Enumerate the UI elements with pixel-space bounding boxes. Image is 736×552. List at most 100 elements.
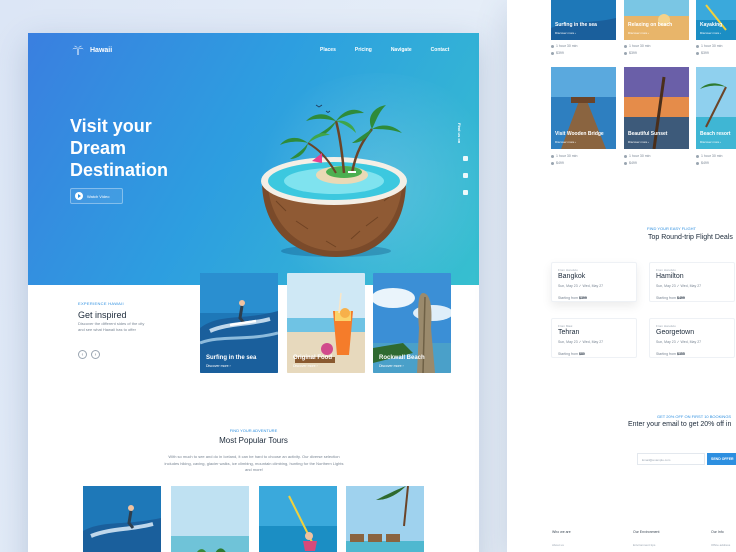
right-tour-card[interactable]: Beautiful Sunset Discover more › bbox=[624, 67, 689, 149]
signup-title: Enter your email to get 20% off in bbox=[628, 421, 732, 428]
card-discover-link[interactable]: Discover more › bbox=[628, 140, 649, 144]
tour-card-beach[interactable] bbox=[171, 486, 249, 552]
flight-origin: From Honolulu bbox=[656, 324, 676, 328]
hero-title-line: Dream bbox=[70, 138, 127, 158]
experience-card-surfing[interactable]: Surfing in the sea Discover more › bbox=[200, 273, 278, 373]
main-nav: Places Pricing Navigate Contact bbox=[320, 47, 449, 53]
experience-card-food[interactable]: Original Food Discover more › bbox=[287, 273, 365, 373]
flight-price: Starting from $399 bbox=[558, 296, 587, 300]
flight-deal-card[interactable]: From Honolulu Hamilton Sun, May 23 ✓ Wed… bbox=[649, 262, 735, 302]
tour-duration: 1 hour 30 min bbox=[551, 154, 577, 158]
secondary-page: Surfing in the sea Discover more › Relax… bbox=[507, 0, 736, 552]
hero-title: Visit your Dream Destination bbox=[70, 115, 210, 181]
card-discover-link[interactable]: Discover more › bbox=[293, 364, 318, 368]
tour-card-resort[interactable] bbox=[346, 486, 424, 552]
watch-video-button[interactable]: Watch Video bbox=[70, 188, 123, 204]
right-tour-card[interactable]: Relaxing on beach Discover more › bbox=[624, 0, 689, 40]
flight-origin: From Maui bbox=[558, 324, 573, 328]
signup-kicker: GET 20% OFF ON FIRST 10 BOOKINGS bbox=[657, 414, 732, 419]
card-title: Rockwall Beach bbox=[379, 355, 425, 361]
tour-card-surfing[interactable] bbox=[83, 486, 161, 552]
tour-duration: 1 hour 30 min bbox=[696, 154, 722, 158]
tour-price: $399 bbox=[624, 51, 637, 55]
flight-destination: Georgetown bbox=[656, 329, 695, 336]
flight-dates: Sun, May 23 ✓ Wed, May 27 bbox=[558, 284, 604, 288]
flight-deal-card[interactable]: From Honolulu Bangkok Sun, May 23 ✓ Wed,… bbox=[551, 262, 637, 302]
flight-price: Starting from $80 bbox=[558, 352, 585, 356]
coconut-island-illustration bbox=[261, 104, 407, 257]
flight-destination: Tehran bbox=[558, 329, 580, 336]
twitter-icon[interactable] bbox=[463, 173, 468, 178]
palm-logo-icon bbox=[72, 45, 84, 55]
tour-price: $399 bbox=[696, 51, 709, 55]
landing-page: Hawaii Places Pricing Navigate Contact V… bbox=[28, 33, 479, 552]
hero-title-line: Destination bbox=[70, 160, 169, 180]
inspired-title: Get inspired bbox=[78, 310, 127, 320]
send-offer-button[interactable]: SEND OFFER bbox=[707, 453, 736, 465]
card-title: Kayaking bbox=[700, 22, 723, 28]
arrow-left-icon[interactable]: ‹ bbox=[78, 350, 87, 359]
flight-price: Starting from $355 bbox=[656, 352, 685, 356]
card-title: Surfing in the sea bbox=[555, 22, 597, 28]
tour-duration: 1 hour 30 min bbox=[551, 44, 577, 48]
email-field[interactable]: Email@example.com bbox=[637, 453, 705, 465]
footer-heading: Who we are bbox=[552, 530, 571, 534]
resort-photo bbox=[346, 486, 424, 552]
card-title: Beautiful Sunset bbox=[628, 131, 668, 137]
footer-heading: Our Info bbox=[711, 530, 724, 534]
facebook-icon[interactable] bbox=[463, 156, 468, 161]
kayak-photo bbox=[259, 486, 337, 552]
experience-card-rockwall[interactable]: Rockwall Beach Discover more › bbox=[373, 273, 451, 373]
tour-duration: 1 hour 30 min bbox=[624, 154, 650, 158]
card-discover-link[interactable]: Discover more › bbox=[700, 140, 721, 144]
footer-link[interactable]: Environment tips bbox=[633, 543, 655, 547]
inspired-kicker: EXPERIENCE HAWAII bbox=[78, 301, 124, 306]
instagram-icon[interactable] bbox=[463, 190, 468, 195]
right-tour-card[interactable]: Kayaking Discover more › bbox=[696, 0, 736, 40]
surfing-photo bbox=[83, 486, 161, 552]
arrow-right-icon[interactable]: › bbox=[91, 350, 100, 359]
card-title: Visit Wooden Bridge bbox=[555, 131, 604, 137]
hero-section: Hawaii Places Pricing Navigate Contact V… bbox=[28, 33, 479, 285]
card-title: Original Food bbox=[293, 355, 332, 361]
flight-dates: Sun, May 23 ✓ Wed, May 27 bbox=[558, 340, 604, 344]
right-tour-card[interactable]: Beach resort Discover more › bbox=[696, 67, 736, 149]
flights-title: Top Round-trip Flight Deals bbox=[648, 234, 733, 241]
tour-duration: 1 hour 30 min bbox=[696, 44, 722, 48]
tours-description: With so much to see and do in Iceland, i… bbox=[164, 454, 344, 472]
card-discover-link[interactable]: Discover more › bbox=[628, 31, 649, 35]
footer-heading: Our Environment bbox=[633, 530, 660, 534]
flight-price: Starting from $499 bbox=[656, 296, 685, 300]
card-discover-link[interactable]: Discover more › bbox=[700, 31, 721, 35]
card-discover-link[interactable]: Discover more › bbox=[555, 140, 576, 144]
tour-price: $499 bbox=[551, 161, 564, 165]
card-discover-link[interactable]: Discover more › bbox=[379, 364, 404, 368]
right-tour-card[interactable]: Visit Wooden Bridge Discover more › bbox=[551, 67, 616, 149]
footer-link[interactable]: About us bbox=[552, 543, 564, 547]
card-title: Beach resort bbox=[700, 131, 731, 137]
find-us-label: Find us on bbox=[457, 123, 462, 144]
card-discover-link[interactable]: Discover more › bbox=[555, 31, 576, 35]
hero-title-line: Visit your bbox=[70, 116, 152, 136]
card-discover-link[interactable]: Discover more › bbox=[206, 364, 231, 368]
flight-deal-card[interactable]: From Maui Tehran Sun, May 23 ✓ Wed, May … bbox=[551, 318, 637, 358]
footer-link[interactable]: Office address bbox=[711, 543, 730, 547]
flight-destination: Bangkok bbox=[558, 273, 586, 280]
play-icon bbox=[75, 192, 83, 200]
flight-origin: From Honolulu bbox=[558, 268, 578, 272]
flight-deal-card[interactable]: From Honolulu Georgetown Sun, May 23 ✓ W… bbox=[649, 318, 735, 358]
right-tour-card[interactable]: Surfing in the sea Discover more › bbox=[551, 0, 616, 40]
brand[interactable]: Hawaii bbox=[72, 44, 112, 56]
tour-card-kayak[interactable] bbox=[259, 486, 337, 552]
nav-item-pricing[interactable]: Pricing bbox=[355, 47, 372, 53]
card-title: Surfing in the sea bbox=[206, 355, 257, 361]
watch-video-label: Watch Video bbox=[87, 193, 110, 199]
nav-item-contact[interactable]: Contact bbox=[431, 47, 450, 53]
nav-item-navigate[interactable]: Navigate bbox=[391, 47, 412, 53]
tours-kicker: FIND YOUR ADVENTURE bbox=[229, 428, 278, 433]
tour-price: $499 bbox=[696, 161, 709, 165]
beach-photo bbox=[171, 486, 249, 552]
tour-price: $399 bbox=[551, 51, 564, 55]
flights-kicker: FIND YOUR EASY FLIGHT bbox=[647, 226, 696, 231]
nav-item-places[interactable]: Places bbox=[320, 47, 336, 53]
